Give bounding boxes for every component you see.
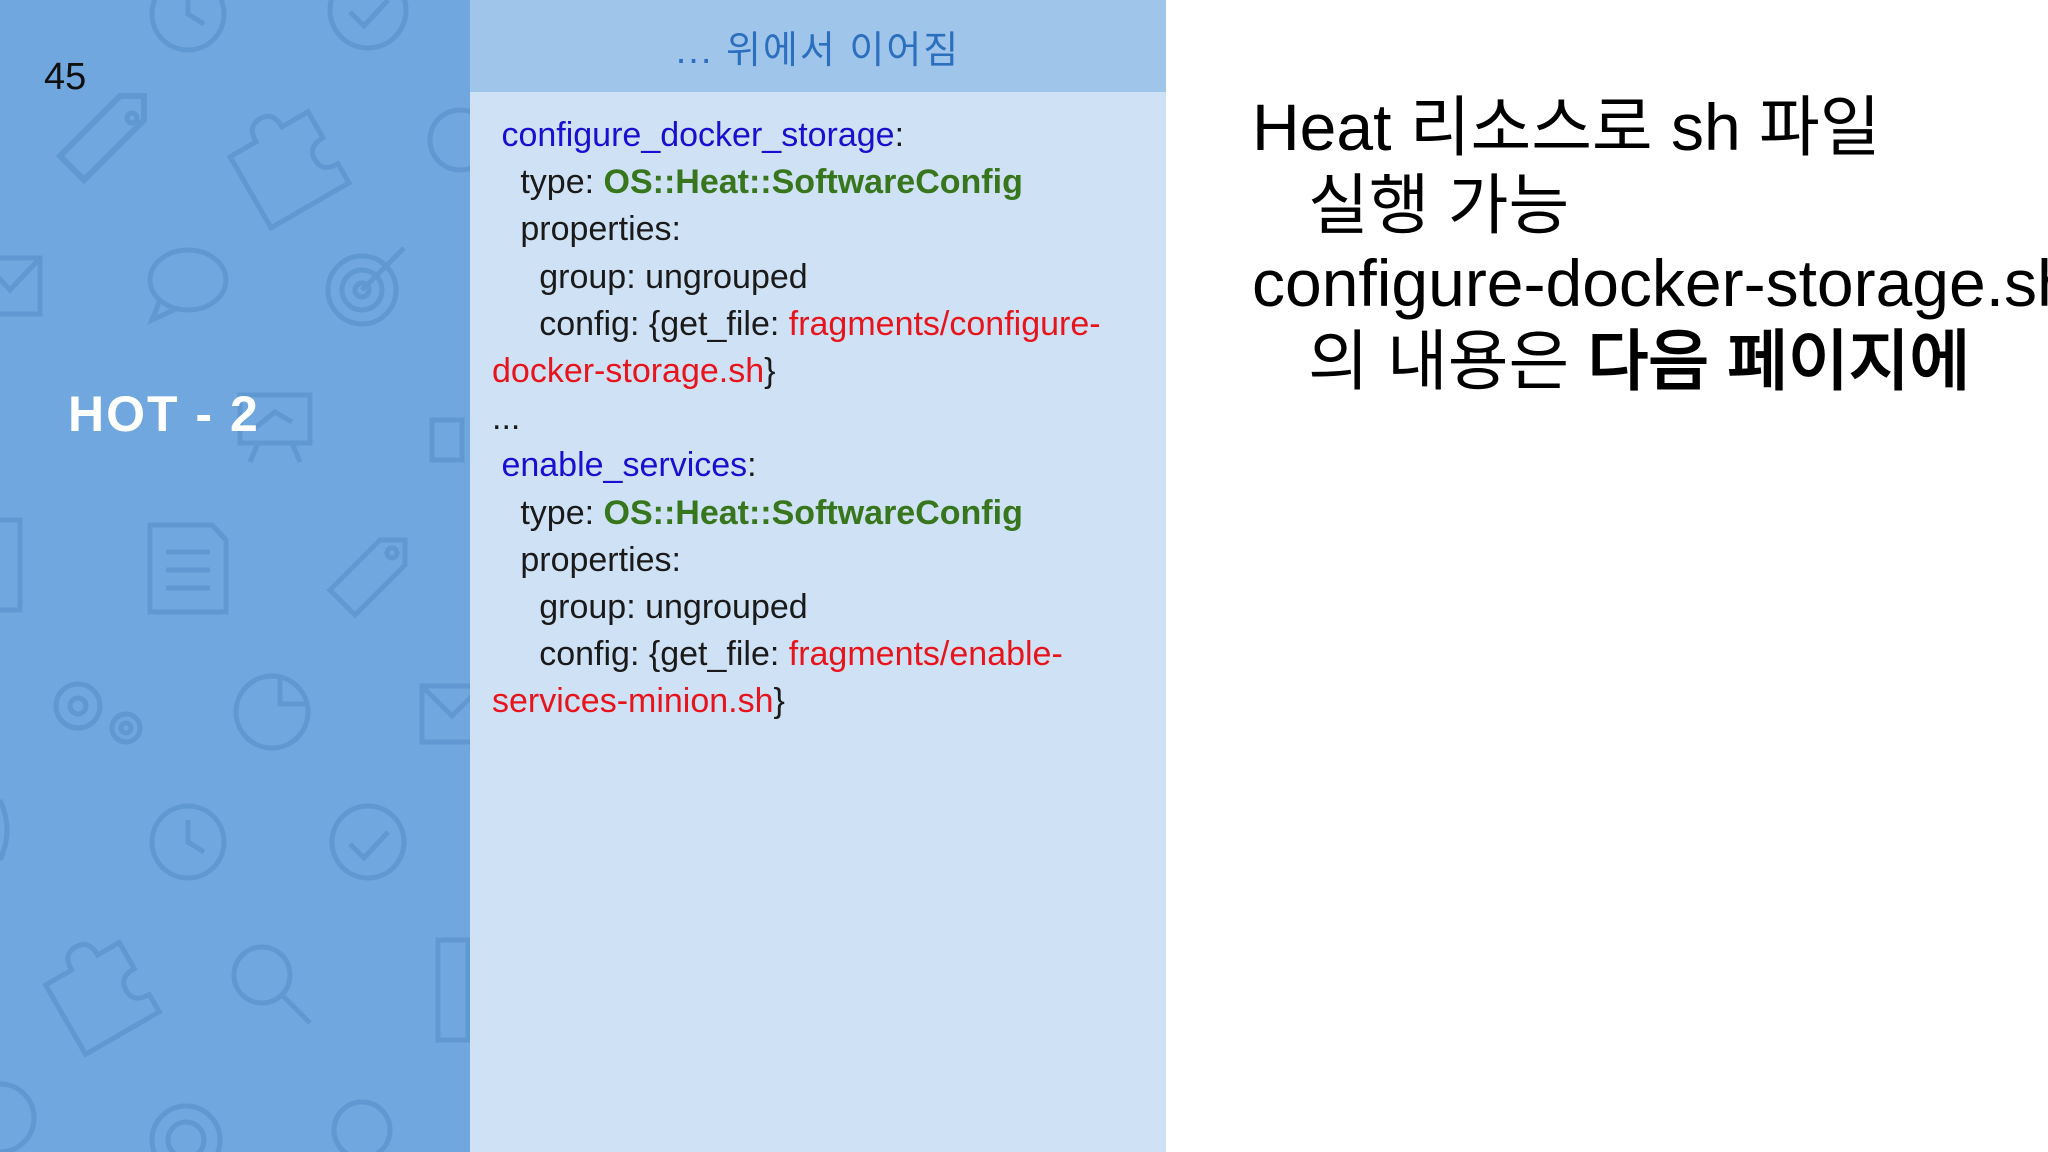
type-value: OS::Heat::SoftwareConfig	[603, 493, 1023, 532]
envelope-icon	[419, 683, 470, 745]
file-path-part1: fragments/enable-	[788, 635, 1063, 674]
text-line-4: 의 내용은 다음 페이지에	[1252, 322, 2032, 400]
tag-icon	[55, 93, 148, 185]
config-suffix: }	[773, 682, 785, 721]
properties-label: properties:	[520, 540, 681, 579]
check-circle-icon	[327, 0, 409, 51]
puzzle-icon	[42, 939, 163, 1058]
code-line-type: type: OS::Heat::SoftwareConfig	[492, 159, 1152, 206]
type-label: type:	[520, 493, 604, 532]
config-prefix: config: {get_file:	[539, 635, 789, 674]
ellipsis: ...	[492, 399, 521, 438]
puzzle-icon	[226, 108, 353, 232]
colon: :	[894, 116, 905, 154]
file-path-part2: services-minion.sh	[492, 682, 774, 721]
pie-chart-icon	[233, 673, 311, 751]
file-path-part2: docker-storage.sh	[492, 351, 765, 390]
slide-number: 45	[44, 56, 87, 98]
code-line-resource: configure_docker_storage:	[492, 112, 1152, 159]
code-line-config: config: {get_file: fragments/configure-	[492, 301, 1152, 348]
clock-icon	[149, 803, 227, 881]
section-title: HOT - 2	[68, 386, 260, 442]
envelope-icon	[0, 255, 43, 317]
continued-label: ... 위에서 이어짐	[675, 29, 961, 72]
resource-name: enable_services	[501, 446, 748, 485]
file-path-part1: fragments/configure-	[788, 304, 1101, 343]
properties-label: properties:	[520, 210, 681, 249]
text-line-2: 실행 가능	[1308, 168, 1570, 242]
code-line-properties: properties:	[492, 206, 1152, 253]
clock-icon	[149, 0, 227, 53]
config-prefix: config: {get_file:	[539, 304, 789, 343]
text-line-1: Heat 리소스로 sh 파일	[1252, 90, 1881, 164]
text-line-4-bold: 다음 페이지에	[1587, 324, 1971, 398]
code-line-config-cont: services-minion.sh}	[492, 678, 1152, 725]
config-suffix: }	[764, 351, 776, 390]
group-line: group: ungrouped	[539, 587, 808, 626]
type-label: type:	[520, 163, 604, 202]
code-line-resource: enable_services:	[492, 442, 1152, 489]
check-circle-icon	[329, 803, 407, 881]
sidebar: 45 HOT - 2	[0, 0, 470, 1152]
text-line-4-regular: 의 내용은	[1308, 324, 1588, 398]
code-line-group: group: ungrouped	[492, 254, 1152, 301]
text-line-3: configure-docker-storage.sh	[1252, 246, 2048, 320]
code-line-group: group: ungrouped	[492, 584, 1152, 631]
code-panel: ... 위에서 이어짐 configure_docker_storage: ty…	[470, 0, 1166, 1152]
code-line-config: config: {get_file: fragments/enable-	[492, 631, 1152, 678]
tag-icon	[326, 537, 408, 619]
background-icon-pattern	[0, 0, 470, 1152]
code-line-type: type: OS::Heat::SoftwareConfig	[492, 490, 1152, 537]
chat-bubble-icon	[147, 247, 229, 325]
gears-icon	[53, 681, 143, 745]
type-value: OS::Heat::SoftwareConfig	[603, 163, 1023, 202]
bullet-text: Heat 리소스로 sh 파일 실행 가능 configure-docker-s…	[1252, 88, 2048, 400]
code-block: configure_docker_storage: type: OS::Heat…	[492, 112, 1152, 725]
magnifier-icon	[231, 944, 312, 1025]
target-icon	[325, 246, 406, 327]
colon: :	[747, 446, 757, 485]
code-line-ellipsis: ...	[492, 395, 1152, 442]
code-line-properties: properties:	[492, 537, 1152, 584]
code-panel-header: ... 위에서 이어짐	[470, 0, 1166, 92]
resource-name: configure_docker_storage	[501, 116, 895, 154]
code-line-config-cont: docker-storage.sh}	[492, 348, 1152, 395]
group-line: group: ungrouped	[539, 257, 808, 296]
document-icon	[147, 522, 229, 615]
